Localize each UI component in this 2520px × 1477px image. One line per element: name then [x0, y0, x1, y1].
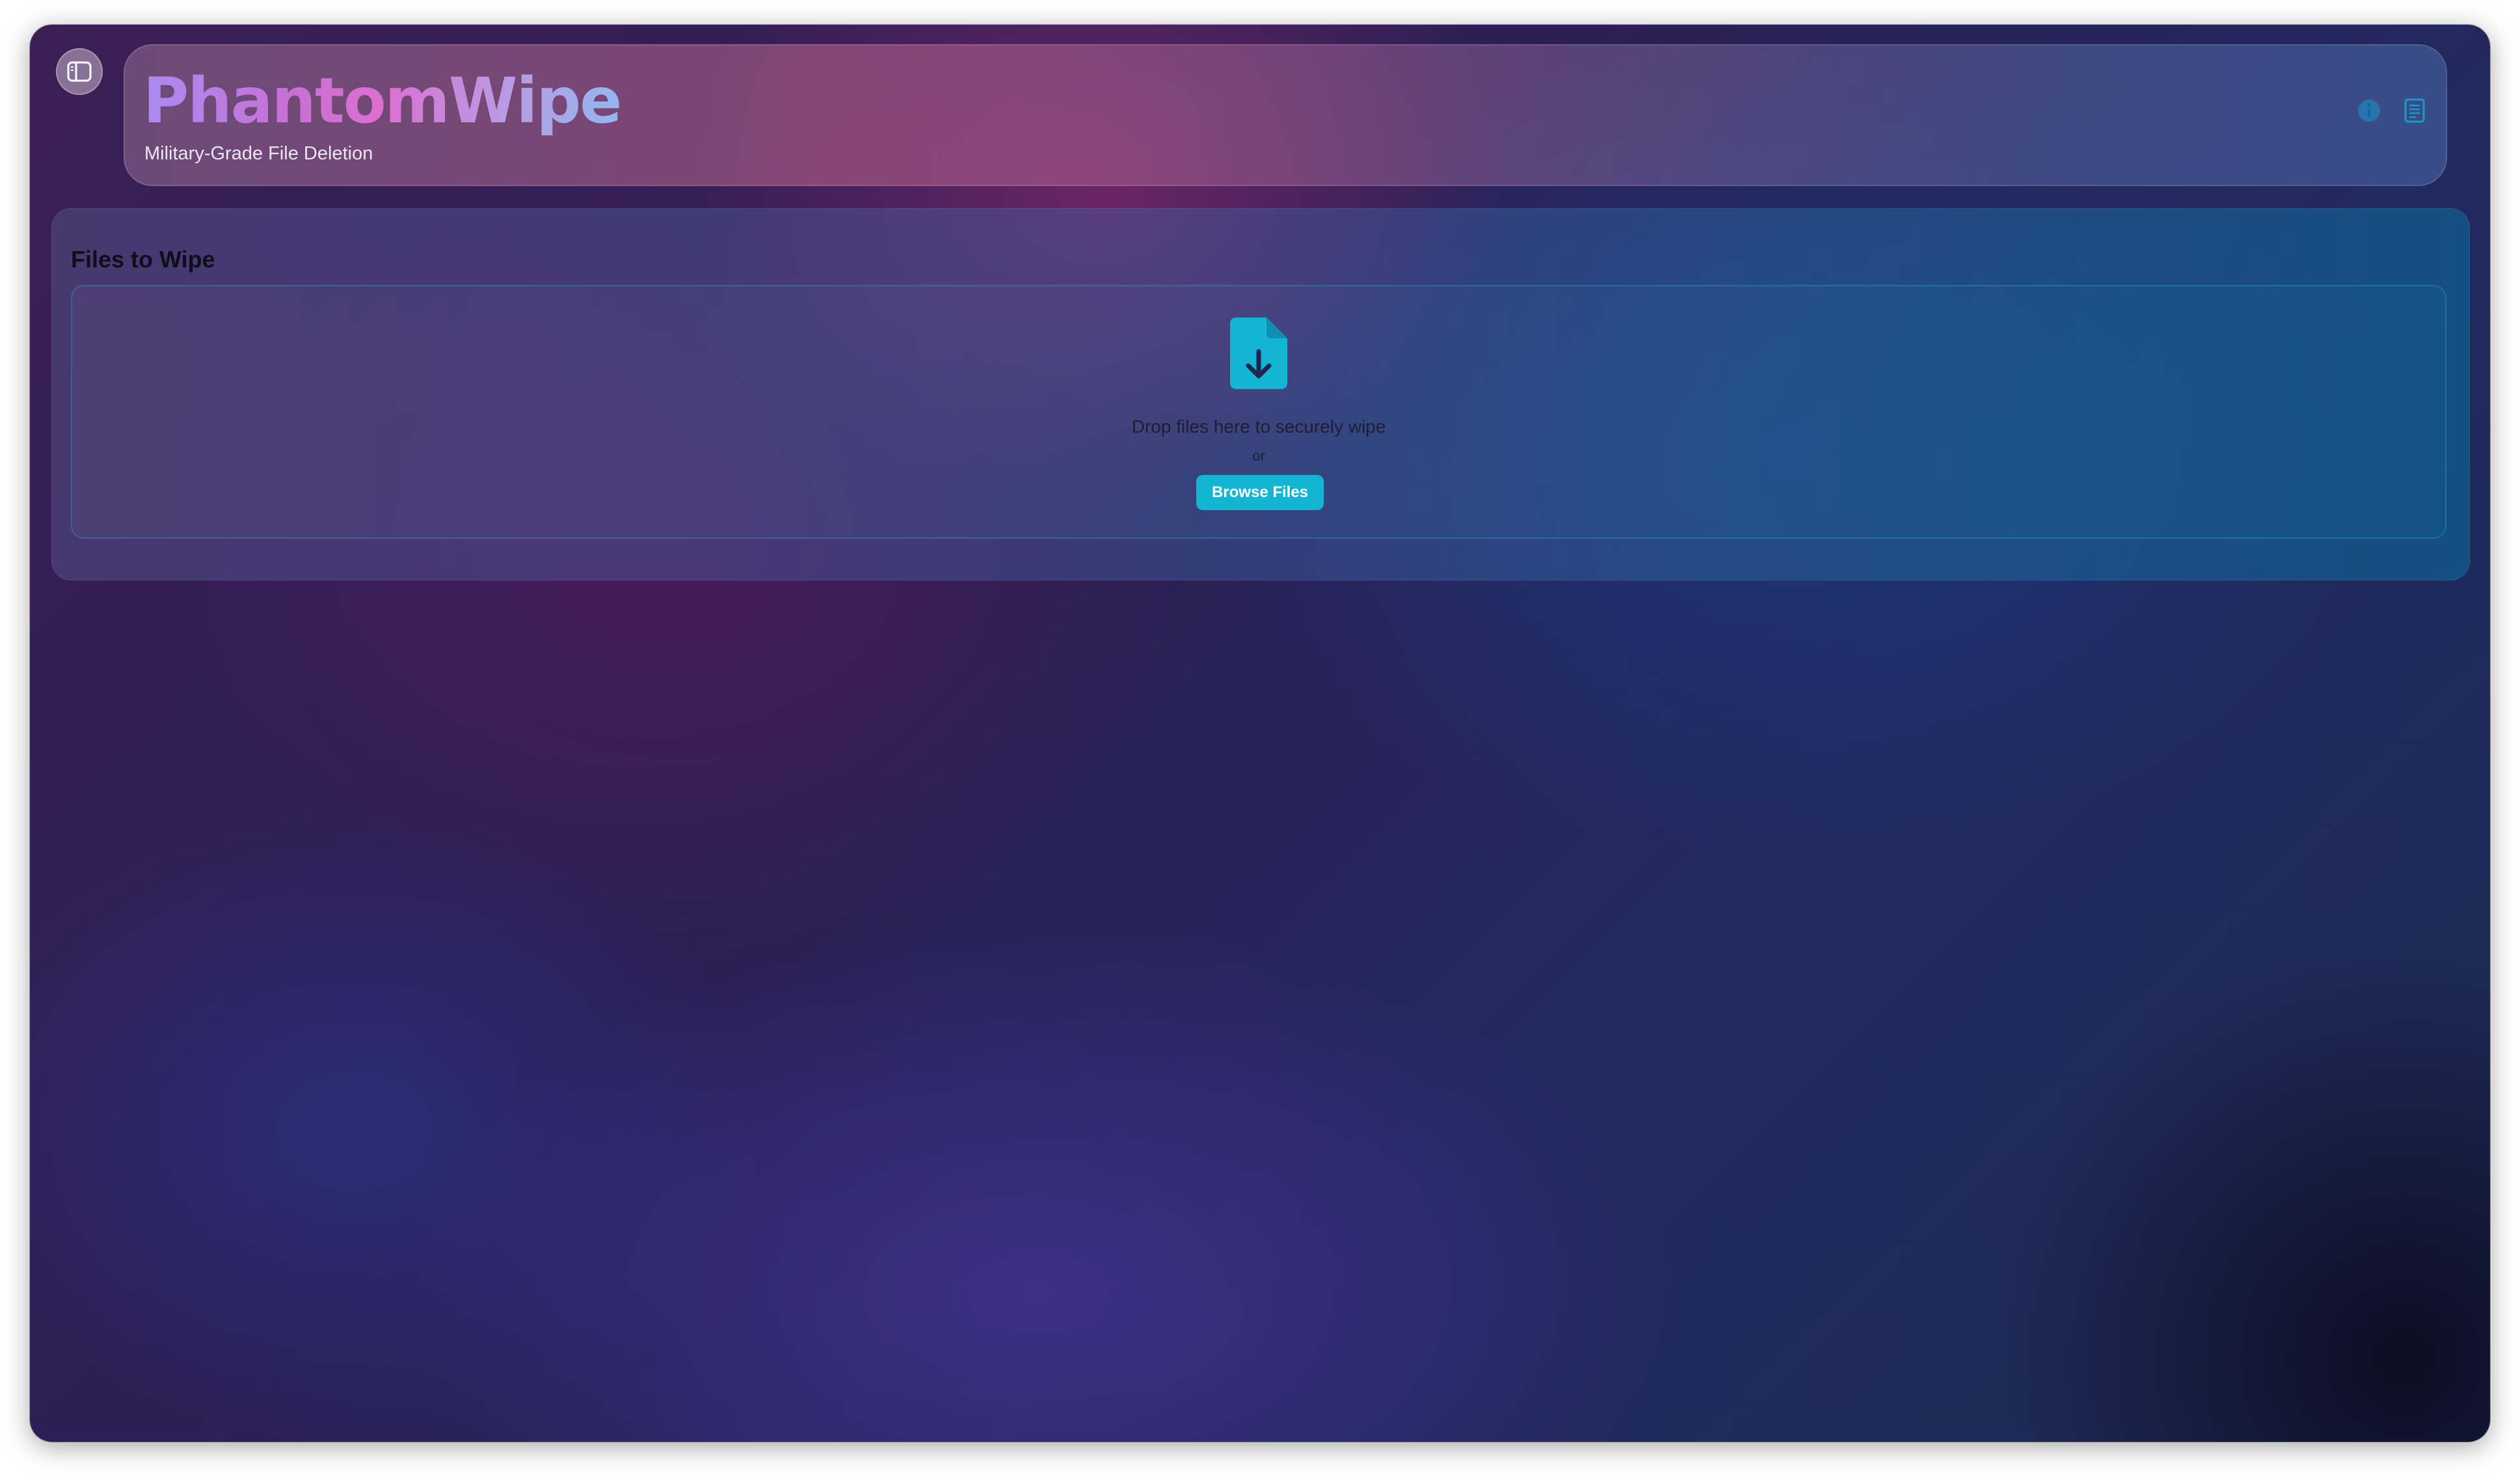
file-download-icon [1230, 318, 1287, 389]
document-list-icon [2404, 98, 2425, 123]
sidebar-toggle-icon [67, 61, 92, 82]
app-header: PhantomWipe Military-Grade File Deletion [124, 44, 2447, 186]
browse-files-button[interactable]: Browse Files [1196, 475, 1324, 510]
files-panel: Files to Wipe Drop files here to securel… [51, 208, 2470, 580]
file-dropzone[interactable]: Drop files here to securely wipe or Brow… [71, 285, 2446, 539]
app-subtitle: Military-Grade File Deletion [144, 143, 373, 164]
sidebar-toggle-button[interactable] [56, 48, 103, 95]
app-title: PhantomWipe [143, 64, 622, 137]
info-button[interactable] [2356, 98, 2382, 124]
log-button[interactable] [2402, 98, 2428, 124]
dropzone-or-label: or [1252, 448, 1265, 464]
dropzone-prompt: Drop files here to securely wipe [1131, 416, 1386, 437]
app-window: PhantomWipe Military-Grade File Deletion [30, 25, 2490, 1442]
header-actions [2356, 98, 2428, 124]
info-icon [2358, 100, 2380, 122]
panel-title: Files to Wipe [71, 246, 215, 273]
